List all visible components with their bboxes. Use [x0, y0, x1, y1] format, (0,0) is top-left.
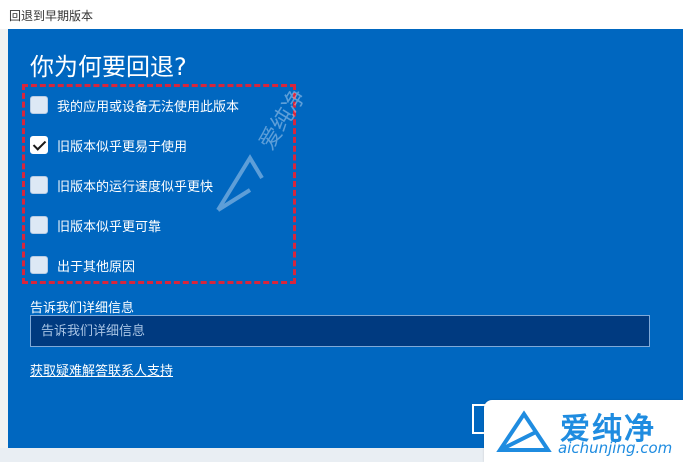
watermark-logo-icon [216, 154, 264, 212]
reason-checkbox-reliable[interactable]: 旧版本似乎更可靠 [30, 213, 161, 237]
page-title: 你为何要回退? [30, 53, 187, 81]
window-title: 回退到早期版本 [9, 9, 94, 23]
reason-checkbox-faster[interactable]: 旧版本的运行速度似乎更快 [30, 173, 213, 197]
checkbox-unchecked-icon[interactable] [30, 256, 48, 274]
brand-domain: aichunjing.com [558, 439, 673, 457]
details-field-label: 告诉我们详细信息 [30, 301, 135, 316]
reason-label: 旧版本似乎更可靠 [57, 219, 162, 235]
checkbox-unchecked-icon[interactable] [30, 216, 48, 234]
reason-label: 出于其他原因 [57, 259, 136, 275]
reason-checkbox-easier[interactable]: 旧版本似乎更易于使用 [30, 133, 187, 157]
reason-label: 旧版本似乎更易于使用 [57, 139, 188, 155]
watermark-center: 爱纯净 [210, 85, 350, 220]
brand-logo-icon [496, 410, 552, 452]
reason-checkbox-other[interactable]: 出于其他原因 [30, 253, 135, 277]
checkbox-checked-icon[interactable] [30, 136, 48, 154]
reason-checkbox-app-device[interactable]: 我的应用或设备无法使用此版本 [30, 93, 239, 117]
reason-label: 旧版本的运行速度似乎更快 [57, 179, 214, 195]
watermark-badge: 爱纯净 aichunjing.com [484, 400, 683, 462]
details-input[interactable] [30, 315, 650, 347]
support-link[interactable]: 获取疑难解答联系人支持 [30, 360, 173, 379]
checkbox-unchecked-icon[interactable] [30, 96, 48, 114]
checkmark-icon [32, 137, 47, 151]
checkbox-unchecked-icon[interactable] [30, 176, 48, 194]
title-bar: 回退到早期版本 [0, 0, 683, 30]
background-window-strip [0, 29, 8, 462]
